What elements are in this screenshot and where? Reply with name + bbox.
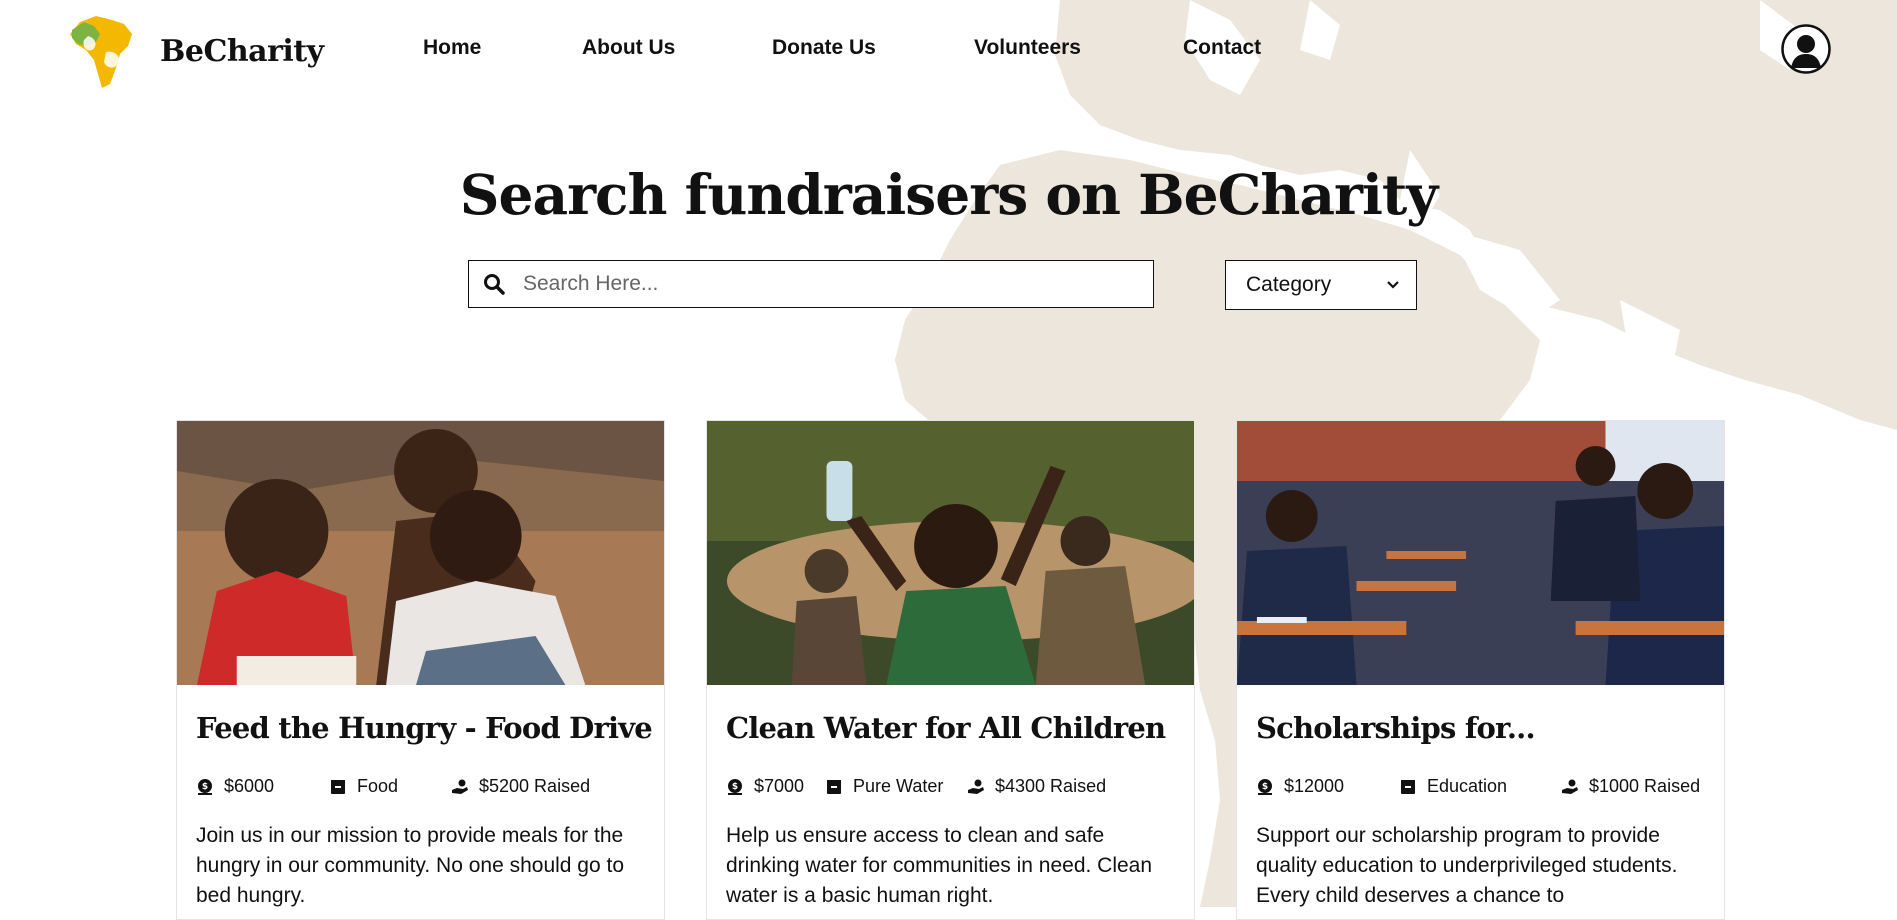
card-description: Support our scholarship program to provi…: [1256, 824, 1678, 907]
goal-amount: $ $12000: [1256, 776, 1344, 797]
money-bag-icon: $: [728, 778, 742, 795]
svg-text:$: $: [1262, 782, 1268, 792]
fundraiser-card[interactable]: Clean Water for All Children $ $7000 Pur…: [706, 420, 1195, 920]
search-bar: [468, 260, 1154, 308]
page-title: Search fundraisers on BeCharity: [459, 162, 1439, 227]
brand-name: BeCharity: [160, 33, 324, 69]
goal-amount: $ $6000: [196, 776, 274, 797]
box-icon: [827, 779, 841, 794]
fundraiser-card[interactable]: Scholarships for... $ $12000 Education $…: [1236, 420, 1725, 920]
card-meta: $ $6000 Food $5200 Raised: [196, 776, 654, 800]
search-input[interactable]: [521, 271, 1153, 297]
search-icon: [484, 274, 505, 295]
brand-logo[interactable]: BeCharity: [66, 12, 324, 90]
raised-amount: $5200 Raised: [451, 776, 590, 797]
fundraiser-image-food: [177, 421, 664, 685]
user-avatar-icon[interactable]: [1781, 24, 1831, 74]
africa-hands-logo-icon: [70, 16, 132, 88]
raised-amount: $4300 Raised: [967, 776, 1106, 797]
hand-coin-icon: [968, 779, 984, 794]
fundraiser-image-education: [1237, 421, 1724, 685]
category-tag: Food: [329, 776, 398, 797]
card-description: Join us in our mission to provide meals …: [196, 824, 625, 907]
nav-volunteers[interactable]: Volunteers: [974, 36, 1081, 60]
card-title[interactable]: Scholarships for...: [1256, 711, 1536, 745]
nav-contact[interactable]: Contact: [1183, 36, 1261, 60]
category-tag: Education: [1399, 776, 1507, 797]
nav-home[interactable]: Home: [423, 36, 481, 60]
card-title[interactable]: Clean Water for All Children: [726, 711, 1166, 745]
nav-donate-us[interactable]: Donate Us: [772, 36, 876, 60]
nav-about-us[interactable]: About Us: [582, 36, 675, 60]
card-meta: $ $12000 Education $1000 Raised: [1256, 776, 1714, 800]
chevron-down-icon: [1387, 281, 1399, 289]
category-tag: Pure Water: [825, 776, 943, 797]
fundraiser-image-water: [707, 421, 1194, 685]
card-meta: $ $7000 Pure Water $4300 Raised: [726, 776, 1184, 800]
box-icon: [1401, 779, 1415, 794]
hand-coin-icon: [1562, 779, 1578, 794]
money-bag-icon: $: [198, 778, 212, 795]
money-bag-icon: $: [1258, 778, 1272, 795]
category-label: Category: [1246, 273, 1332, 296]
category-dropdown[interactable]: Category: [1225, 260, 1417, 310]
card-title[interactable]: Feed the Hungry - Food Drive: [196, 711, 653, 745]
svg-text:$: $: [202, 782, 208, 792]
fundraiser-card[interactable]: Feed the Hungry - Food Drive $ $6000 Foo…: [176, 420, 665, 920]
svg-text:$: $: [732, 782, 738, 792]
hand-coin-icon: [452, 779, 468, 794]
card-description: Help us ensure access to clean and safe …: [726, 824, 1153, 907]
box-icon: [331, 779, 345, 794]
raised-amount: $1000 Raised: [1561, 776, 1700, 797]
goal-amount: $ $7000: [726, 776, 804, 797]
